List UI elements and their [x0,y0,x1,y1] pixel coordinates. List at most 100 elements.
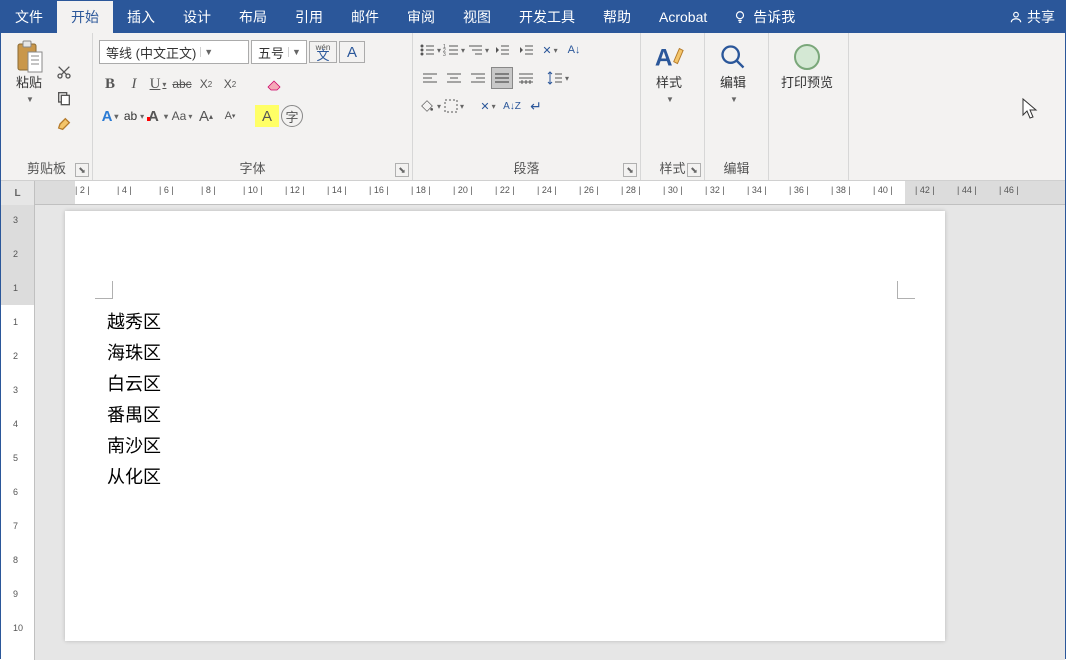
highlight-icon: ab [124,109,137,123]
tab-selector[interactable]: L [1,181,35,205]
cursor-icon [1021,97,1039,121]
text-effects-button[interactable]: A▾ [99,105,121,127]
editing-button[interactable]: 编辑▼ [711,37,755,158]
font-dialog-launcher[interactable]: ⬊ [395,163,409,177]
distribute-icon [518,71,534,85]
italic-button[interactable]: I [123,73,145,95]
ruler-tick: | 6 | [159,185,174,195]
styles-icon: A [653,41,685,73]
subscript-button[interactable]: X2 [195,73,217,95]
highlight-button[interactable]: ab▾ [123,105,145,127]
vruler-tick: 1 [13,283,18,293]
strikethrough-button[interactable]: abc [171,73,193,95]
document-line[interactable]: 番禺区 [107,400,945,431]
document-content[interactable]: 越秀区海珠区白云区番禺区南沙区从化区 [107,307,945,493]
font-size-combo[interactable]: 五号▼ [251,40,307,64]
horizontal-ruler[interactable]: | 2 || 4 || 6 || 8 || 10 || 12 || 14 || … [35,181,1065,205]
borders-button[interactable]: ▾ [443,95,465,117]
share-button[interactable]: 共享 [999,1,1065,33]
sort-paragraph-button[interactable]: A↓Z [501,95,523,117]
align-center-button[interactable] [443,67,465,89]
printpreview-button[interactable]: 打印预览 [775,37,839,158]
superscript-button[interactable]: X2 [219,73,241,95]
char-shading-button[interactable]: A [255,105,279,127]
document-line[interactable]: 南沙区 [107,431,945,462]
change-case-button[interactable]: Aa▾ [171,105,193,127]
styles-dialog-launcher[interactable]: ⬊ [687,163,701,177]
vertical-ruler[interactable]: 32112345678910 [1,205,35,660]
paste-button[interactable]: 粘贴▼ [7,37,51,158]
circle-icon [791,41,823,73]
ruler-tick: | 18 | [411,185,431,195]
decrease-indent-button[interactable] [491,39,513,61]
asian-layout-button[interactable]: ✕▾ [539,39,561,61]
tab-references[interactable]: 引用 [281,1,337,33]
ruler-tick: | 26 | [579,185,599,195]
document-line[interactable]: 海珠区 [107,338,945,369]
grow-font-button[interactable]: A▴ [195,105,217,127]
tab-help[interactable]: 帮助 [589,1,645,33]
distribute-button[interactable] [515,67,537,89]
find-icon [717,41,749,73]
document-page[interactable]: 越秀区海珠区白云区番禺区南沙区从化区 [65,211,945,641]
paragraph-dialog-launcher[interactable]: ⬊ [623,163,637,177]
underline-button[interactable]: U▾ [147,73,169,95]
tab-file[interactable]: 文件 [1,1,57,33]
bullets-button[interactable]: ▾ [419,39,441,61]
sort-button[interactable]: A↓ [563,39,585,61]
font-name-combo[interactable]: 等线 (中文正文)▼ [99,40,249,64]
tab-insert[interactable]: 插入 [113,1,169,33]
increase-indent-button[interactable] [515,39,537,61]
copy-button[interactable] [53,87,75,109]
cut-button[interactable] [53,61,75,83]
bold-button[interactable]: B [99,73,121,95]
paste-label: 粘贴 [16,75,42,90]
group-paragraph: ▾ 123▾ ▾ ✕▾ A↓ ▾ ▾ ▾ ✕▾ [413,33,641,180]
ruler-tick: | 24 | [537,185,557,195]
tab-acrobat[interactable]: Acrobat [645,1,721,33]
vruler-tick: 10 [13,623,23,633]
scissors-icon [56,64,72,80]
vruler-tick: 8 [13,555,18,565]
show-marks-button[interactable]: ↵ [525,95,547,117]
font-color-button[interactable]: A▾ [147,105,169,127]
format-painter-button[interactable] [53,113,75,135]
editing-group-label: 编辑 [711,158,762,180]
vruler-tick: 1 [13,317,18,327]
document-line[interactable]: 越秀区 [107,307,945,338]
enclose-char-button[interactable]: 字 [281,105,303,127]
vruler-tick: 7 [13,521,18,531]
caret-icon: ▼ [730,95,738,104]
bullets-icon [419,43,435,57]
tab-mailings[interactable]: 邮件 [337,1,393,33]
clipboard-dialog-launcher[interactable]: ⬊ [75,163,89,177]
clear-format-button[interactable] [263,73,285,95]
tab-view[interactable]: 视图 [449,1,505,33]
tell-me[interactable]: 告诉我 [721,1,807,33]
document-line[interactable]: 从化区 [107,462,945,493]
paste-icon [13,41,45,73]
tab-review[interactable]: 审阅 [393,1,449,33]
char-scale-button[interactable]: ✕▾ [477,95,499,117]
font-size-value: 五号 [258,43,284,62]
svg-text:3: 3 [443,52,446,57]
align-left-button[interactable] [419,67,441,89]
numbering-button[interactable]: 123▾ [443,39,465,61]
shading-button[interactable]: ▾ [419,95,441,117]
align-justify-button[interactable] [491,67,513,89]
phonetic-guide-button[interactable]: wén文 [309,41,337,63]
line-spacing-button[interactable]: ▾ [547,67,569,89]
shrink-font-button[interactable]: A▾ [219,105,241,127]
styles-button[interactable]: A 样式▼ [647,37,691,158]
tab-home[interactable]: 开始 [57,1,113,33]
ruler-tick: | 12 | [285,185,305,195]
vruler-tick: 2 [13,351,18,361]
tab-design[interactable]: 设计 [169,1,225,33]
character-border-button[interactable]: A [339,41,365,63]
linespacing-icon [547,70,563,86]
tab-developer[interactable]: 开发工具 [505,1,589,33]
document-line[interactable]: 白云区 [107,369,945,400]
align-right-button[interactable] [467,67,489,89]
tab-layout[interactable]: 布局 [225,1,281,33]
multilevel-button[interactable]: ▾ [467,39,489,61]
